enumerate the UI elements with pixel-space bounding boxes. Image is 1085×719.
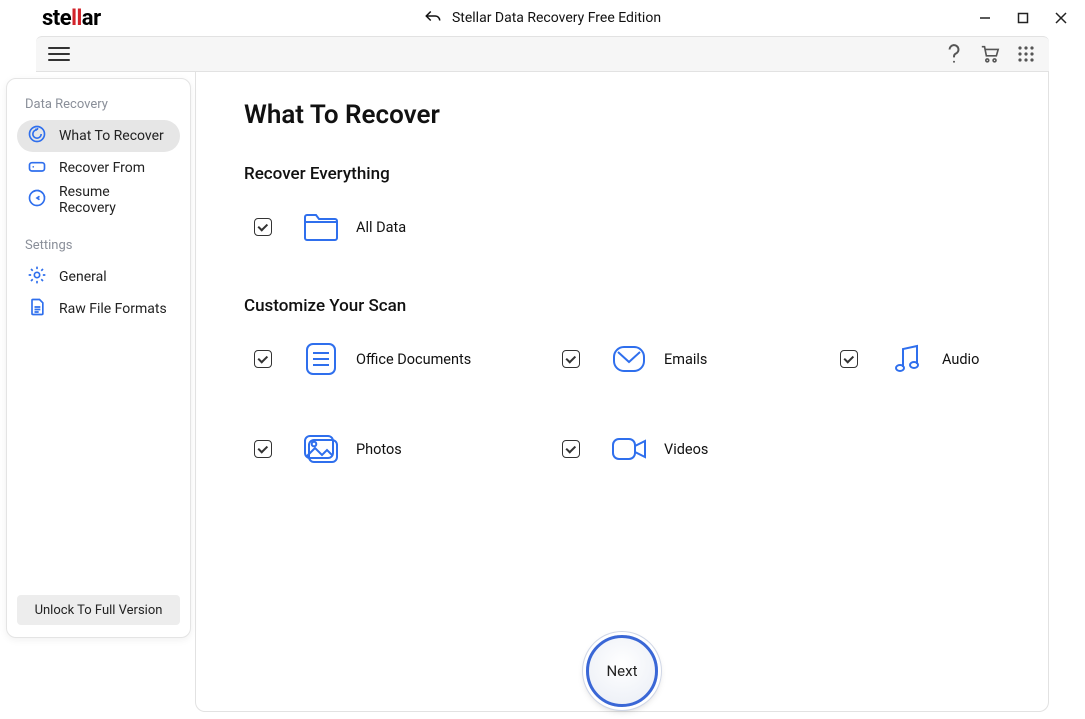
titlebar: stellar Stellar Data Recovery Free Editi…	[0, 0, 1085, 36]
window-title-wrap: Stellar Data Recovery Free Edition	[0, 9, 1085, 27]
help-icon[interactable]	[943, 43, 965, 65]
maximize-button[interactable]	[1013, 8, 1033, 28]
sidebar-item-label: Recover From	[59, 160, 145, 176]
option-label: Photos	[356, 441, 402, 458]
logo-pre: ste	[42, 6, 71, 31]
sidebar: Data Recovery What To Recover Recover Fr…	[6, 78, 191, 638]
drive-icon	[27, 156, 47, 180]
sidebar-item-label: General	[59, 269, 107, 285]
checkbox-photos[interactable]	[254, 440, 272, 458]
section-customize-scan: Customize Your Scan	[244, 296, 1000, 316]
document-icon	[300, 338, 342, 380]
video-icon	[608, 428, 650, 470]
logo-post: ar	[82, 6, 101, 31]
sidebar-item-label: Raw File Formats	[59, 301, 167, 317]
option-videos[interactable]: Videos	[562, 428, 762, 470]
apps-grid-icon[interactable]	[1015, 43, 1037, 65]
option-audio[interactable]: Audio	[840, 338, 1000, 380]
app-logo: stellar	[42, 6, 101, 31]
folder-icon	[300, 206, 342, 248]
close-button[interactable]	[1051, 8, 1071, 28]
sidebar-item-label: Resume Recovery	[59, 184, 170, 216]
unlock-full-version-button[interactable]: Unlock To Full Version	[17, 595, 180, 625]
option-office-documents[interactable]: Office Documents	[254, 338, 484, 380]
sidebar-section-data-recovery: Data Recovery	[17, 93, 180, 120]
option-all-data[interactable]: All Data	[254, 206, 484, 248]
checkbox-all-data[interactable]	[254, 218, 272, 236]
file-icon	[27, 297, 47, 321]
unlock-label: Unlock To Full Version	[35, 603, 163, 618]
recover-target-icon	[27, 124, 47, 148]
option-label: Emails	[664, 351, 707, 368]
toolbar	[36, 36, 1049, 72]
sidebar-section-settings: Settings	[17, 234, 180, 261]
resume-icon	[27, 188, 47, 212]
photo-icon	[300, 428, 342, 470]
next-label: Next	[606, 662, 637, 680]
minimize-button[interactable]	[975, 8, 995, 28]
checkbox-office[interactable]	[254, 350, 272, 368]
sidebar-item-recover-from[interactable]: Recover From	[17, 152, 180, 184]
option-photos[interactable]: Photos	[254, 428, 484, 470]
window-title: Stellar Data Recovery Free Edition	[452, 10, 661, 26]
next-button[interactable]: Next	[586, 635, 658, 707]
music-icon	[886, 338, 928, 380]
gear-icon	[27, 265, 47, 289]
sidebar-item-what-to-recover[interactable]: What To Recover	[17, 120, 180, 152]
cart-icon[interactable]	[979, 43, 1001, 65]
checkbox-videos[interactable]	[562, 440, 580, 458]
main-panel: What To Recover Recover Everything All D…	[195, 72, 1049, 712]
section-recover-everything: Recover Everything	[244, 164, 1000, 184]
sidebar-item-label: What To Recover	[59, 128, 164, 144]
sidebar-item-raw-file-formats[interactable]: Raw File Formats	[17, 293, 180, 325]
mail-icon	[608, 338, 650, 380]
option-label: Videos	[664, 441, 708, 458]
sidebar-item-general[interactable]: General	[17, 261, 180, 293]
sidebar-item-resume-recovery[interactable]: Resume Recovery	[17, 184, 180, 216]
checkbox-audio[interactable]	[840, 350, 858, 368]
option-label: Office Documents	[356, 351, 471, 368]
menu-button[interactable]	[48, 43, 70, 65]
window-controls	[975, 8, 1077, 28]
checkbox-emails[interactable]	[562, 350, 580, 368]
logo-mid: ll	[71, 6, 82, 31]
page-title: What To Recover	[244, 100, 1000, 130]
option-emails[interactable]: Emails	[562, 338, 762, 380]
option-label: All Data	[356, 219, 406, 236]
back-icon[interactable]	[424, 9, 442, 27]
option-label: Audio	[942, 351, 979, 368]
